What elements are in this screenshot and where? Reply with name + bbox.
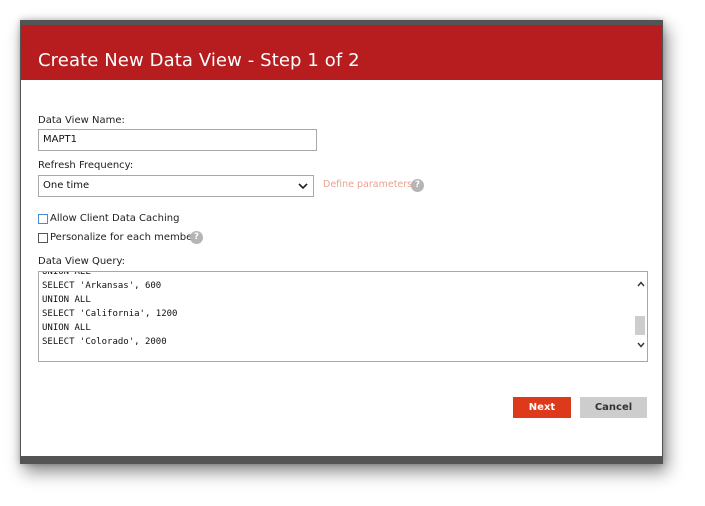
data-view-name-input[interactable] [38, 129, 317, 151]
chevron-down-icon[interactable] [637, 342, 645, 348]
cancel-button[interactable]: Cancel [580, 397, 647, 418]
query-line: UNION ALL [42, 295, 91, 305]
help-icon[interactable]: ? [411, 179, 424, 192]
define-parameters-link[interactable]: Define parameters... [323, 179, 421, 190]
scrollbar-thumb[interactable] [635, 316, 645, 335]
create-data-view-dialog: Create New Data View - Step 1 of 2 Data … [21, 25, 662, 456]
personalize-label: Personalize for each member [50, 232, 197, 243]
refresh-frequency-value: One time [43, 180, 90, 191]
query-line: UNION ALL [42, 271, 91, 277]
next-button[interactable]: Next [513, 397, 571, 418]
chevron-up-icon[interactable] [637, 281, 645, 287]
data-view-name-label: Data View Name: [38, 115, 125, 126]
help-icon[interactable]: ? [190, 231, 203, 244]
refresh-frequency-label: Refresh Frequency: [38, 160, 134, 171]
allow-client-caching-label: Allow Client Data Caching [50, 213, 180, 224]
query-line: SELECT 'Arkansas', 600 [42, 281, 162, 291]
dialog-header: Create New Data View - Step 1 of 2 [21, 25, 662, 80]
refresh-frequency-select[interactable]: One time [38, 175, 314, 197]
dialog-title: Create New Data View - Step 1 of 2 [38, 50, 360, 71]
query-scrollbar[interactable] [635, 272, 647, 361]
query-line: SELECT 'Colorado', 2000 [42, 337, 167, 347]
allow-client-caching-checkbox[interactable] [38, 214, 48, 224]
query-line: UNION ALL [42, 323, 91, 333]
data-view-query-textarea[interactable]: UNION ALL SELECT 'Arkansas', 600 UNION A… [38, 271, 648, 362]
chevron-down-icon [298, 183, 308, 190]
query-line: SELECT 'California', 1200 [42, 309, 178, 319]
data-view-query-label: Data View Query: [38, 256, 125, 267]
query-text: UNION ALL SELECT 'Arkansas', 600 UNION A… [42, 271, 178, 349]
personalize-checkbox[interactable] [38, 233, 48, 243]
